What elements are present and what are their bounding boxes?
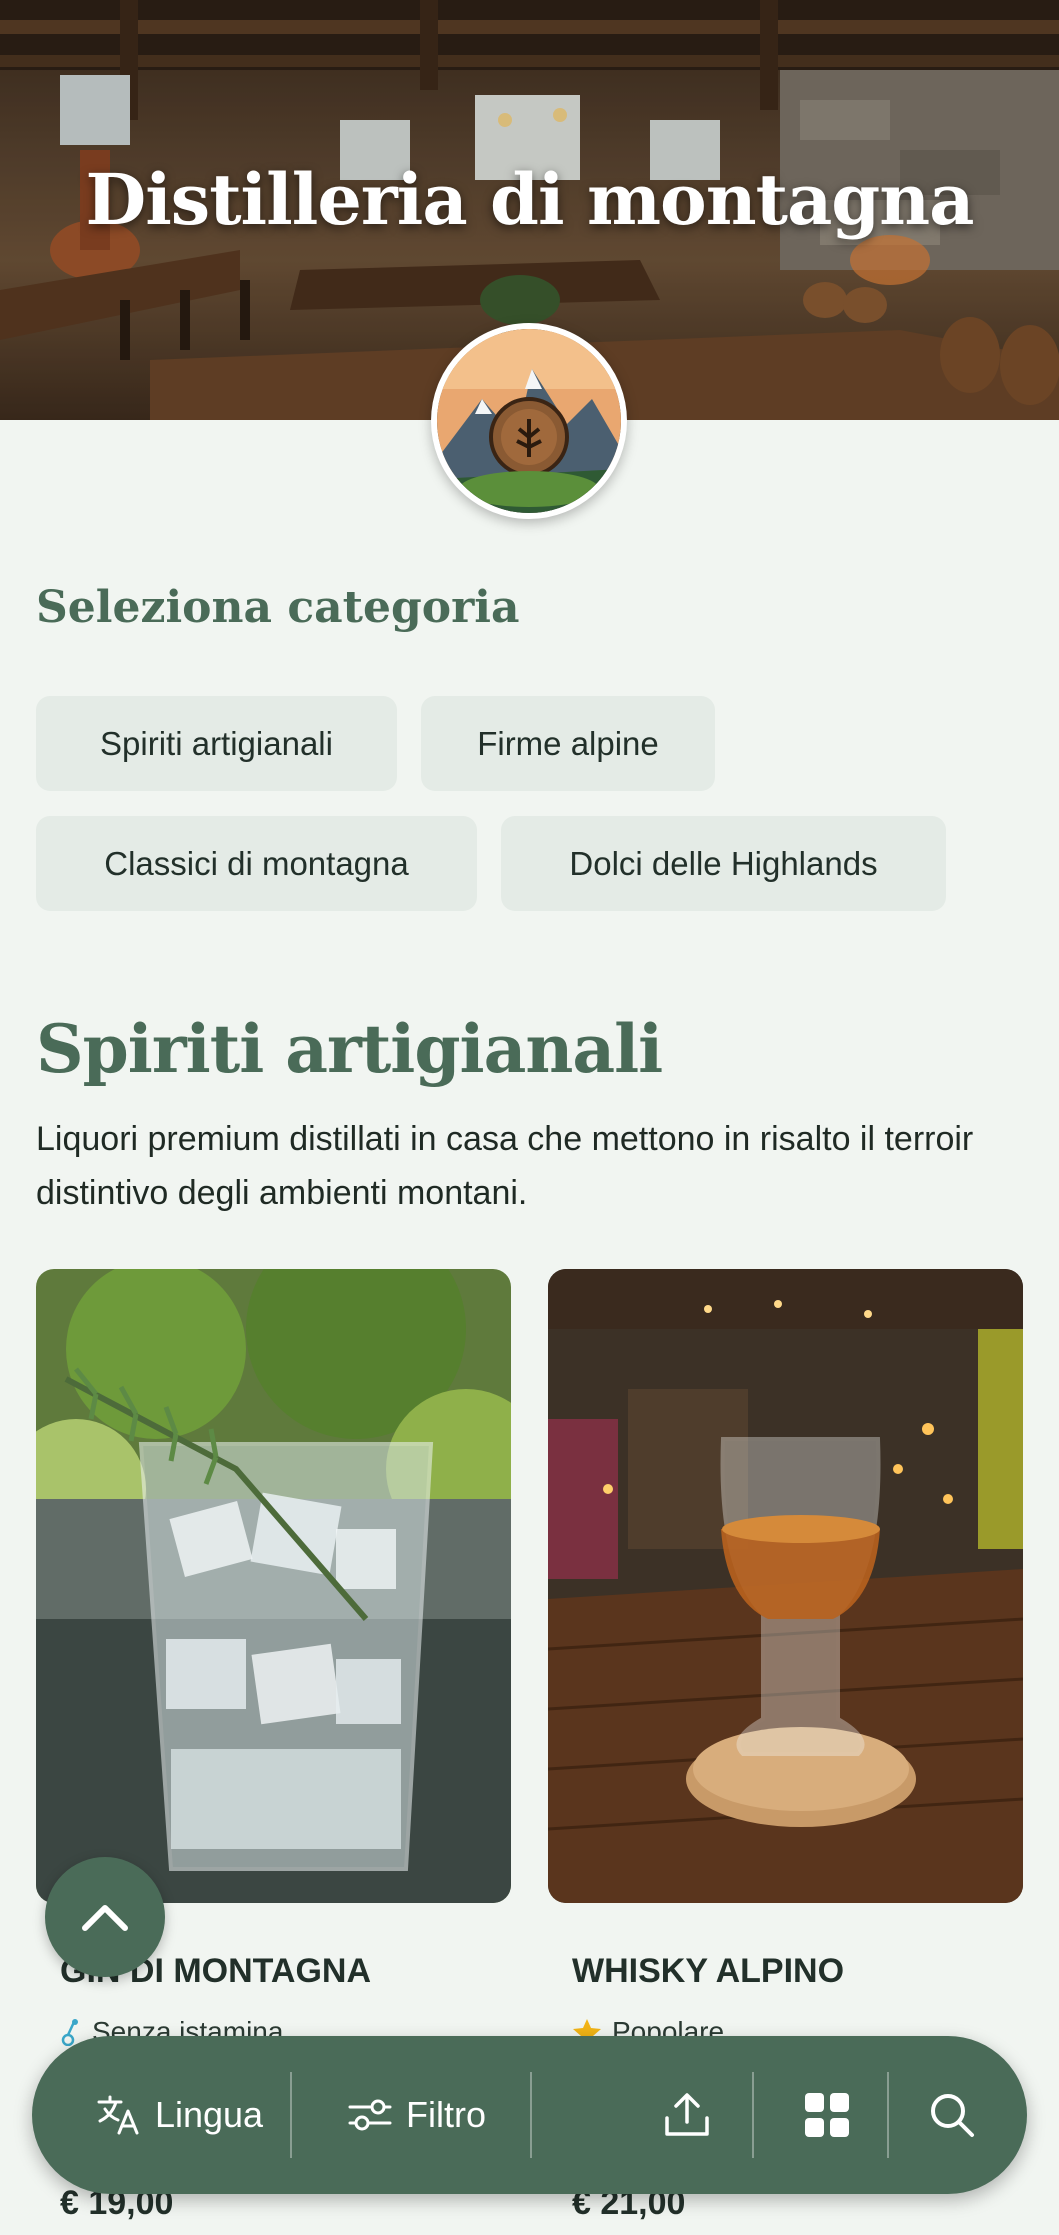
brand-logo xyxy=(431,323,627,519)
filter-button[interactable]: Filtro xyxy=(307,2036,527,2194)
category-chip-spiriti-artigianali[interactable]: Spiriti artigianali xyxy=(36,696,397,791)
category-chip-classici-di-montagna[interactable]: Classici di montagna xyxy=(36,816,477,911)
search-button[interactable] xyxy=(897,2036,1007,2194)
product-image-whisky[interactable] xyxy=(548,1269,1023,1903)
search-icon xyxy=(931,2094,974,2137)
category-heading: Seleziona categoria xyxy=(36,582,520,633)
section-title: Spiriti artigianali xyxy=(36,1010,663,1088)
toolbar-divider xyxy=(752,2072,754,2158)
grid-icon xyxy=(805,2093,849,2137)
scroll-top-button[interactable] xyxy=(45,1857,165,1977)
category-chip-firme-alpine[interactable]: Firme alpine xyxy=(421,696,715,791)
whisky-glass-photo xyxy=(548,1269,1023,1903)
language-button[interactable]: Lingua xyxy=(70,2036,290,2194)
toolbar-divider xyxy=(530,2072,532,2158)
section-description: Liquori premium distillati in casa che m… xyxy=(36,1120,974,1212)
category-chip-dolci-delle-highlands[interactable]: Dolci delle Highlands xyxy=(501,816,946,911)
filter-label: Filtro xyxy=(406,2094,486,2135)
page-title: Distilleria di montagna xyxy=(85,158,975,241)
translate-icon xyxy=(97,2095,139,2135)
language-label: Lingua xyxy=(154,2094,264,2135)
filter-icon xyxy=(348,2099,392,2131)
product-name[interactable]: WHISKY ALPINO xyxy=(572,1952,844,1991)
grid-view-button[interactable] xyxy=(762,2036,892,2194)
toolbar-divider xyxy=(290,2072,292,2158)
share-icon xyxy=(665,2093,709,2136)
share-button[interactable] xyxy=(632,2036,742,2194)
chevron-up-icon xyxy=(82,1905,128,1931)
bottom-toolbar: Lingua Filtro xyxy=(32,2036,1027,2194)
mountain-barrel-logo-icon xyxy=(437,329,621,513)
gin-glass-photo xyxy=(36,1269,511,1903)
product-image-gin[interactable] xyxy=(36,1269,511,1903)
toolbar-divider xyxy=(887,2072,889,2158)
